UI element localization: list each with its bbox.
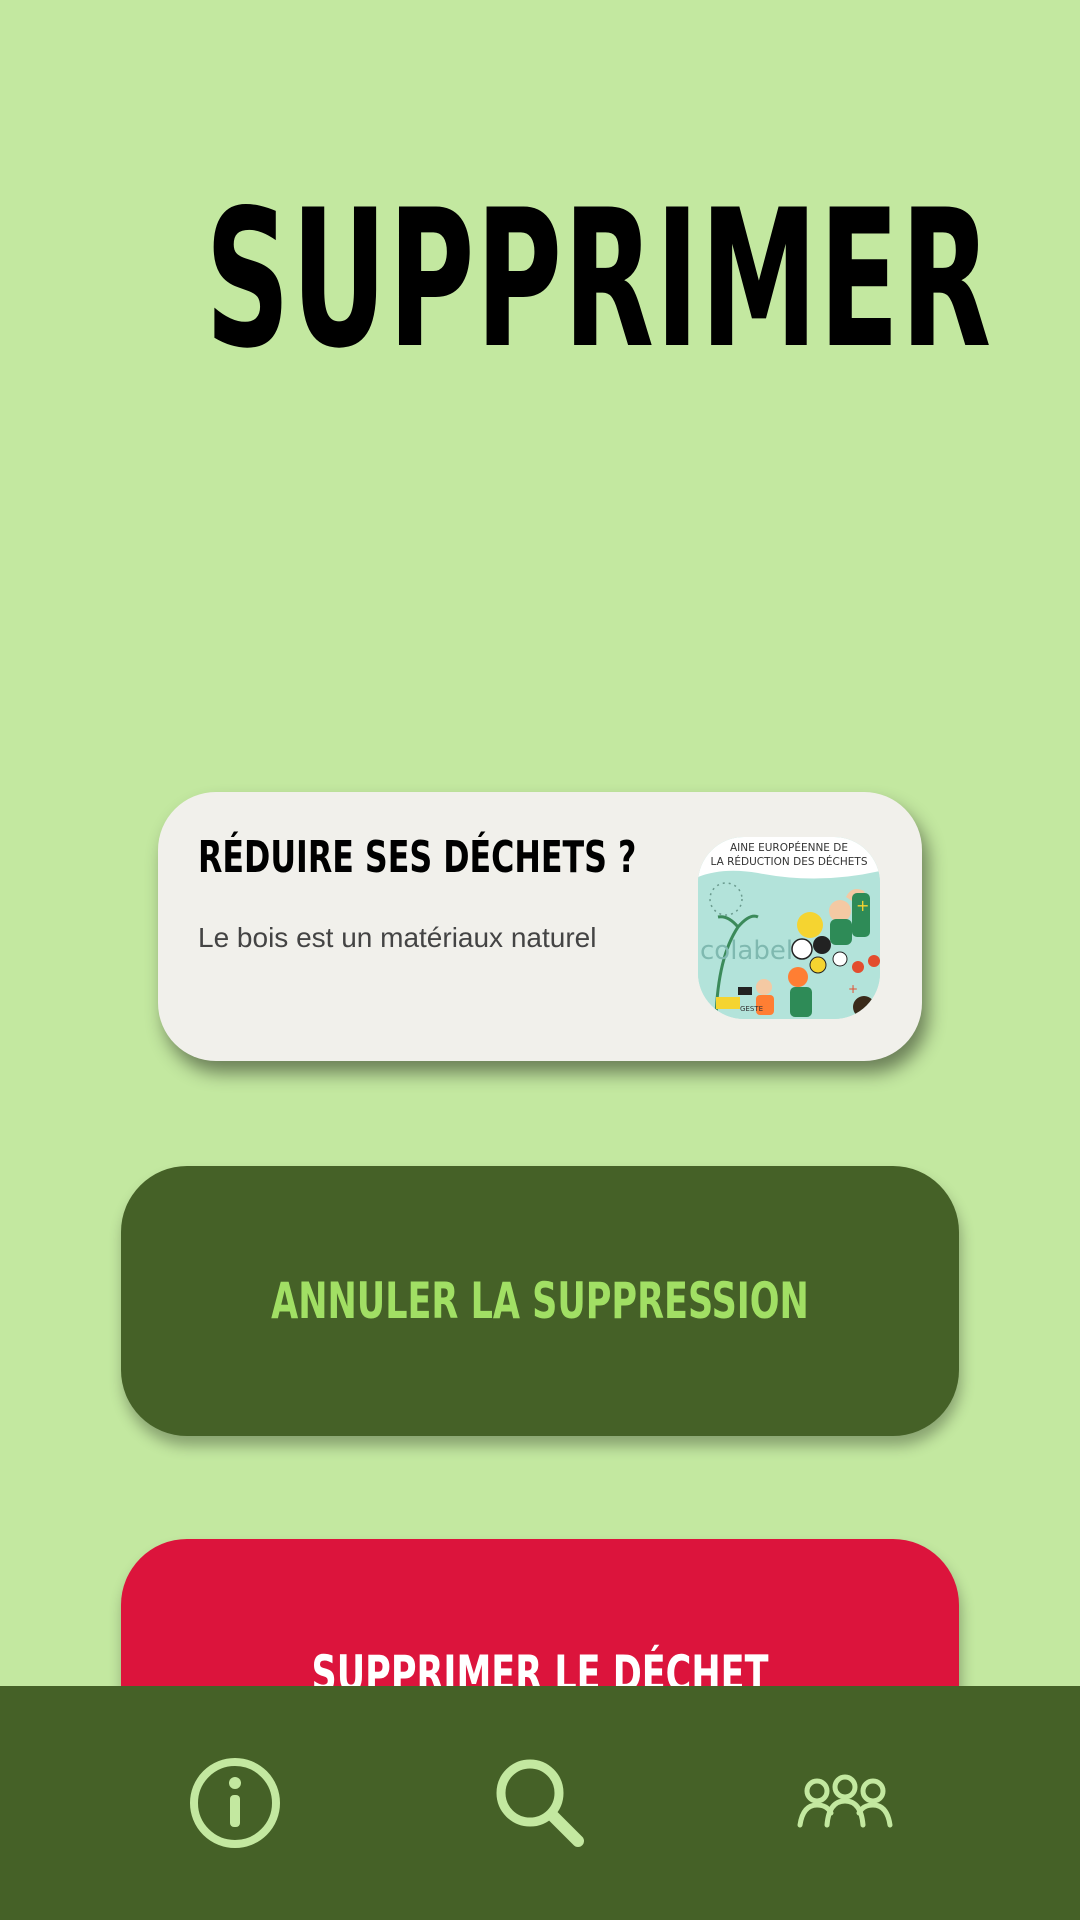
svg-text:GESTE: GESTE: [740, 1005, 763, 1013]
illustration-graphic: AINE EUROPÉENNE DE LA RÉDUCTION DES DÉCH…: [698, 837, 880, 1019]
svg-text:+: +: [848, 982, 858, 996]
waste-reduction-illustration: AINE EUROPÉENNE DE LA RÉDUCTION DES DÉCH…: [698, 837, 880, 1019]
tip-card-title: RÉDUIRE SES DÉCHETS ?: [198, 832, 637, 883]
illustration-caption-line-1: AINE EUROPÉENNE DE: [730, 841, 848, 854]
tip-card[interactable]: RÉDUIRE SES DÉCHETS ? Le bois est un mat…: [158, 792, 922, 1061]
page-title: SUPPRIMER: [205, 169, 993, 390]
search-icon: [496, 1759, 584, 1847]
svg-text:colabel: colabel: [700, 936, 793, 966]
group-icon: [797, 1774, 893, 1828]
cancel-delete-button[interactable]: ANNULER LA SUPPRESSION: [121, 1166, 959, 1436]
bottom-navigation: [0, 1686, 1080, 1920]
info-icon: [190, 1758, 280, 1848]
tip-card-text: Le bois est un matériaux naturel: [198, 922, 597, 953]
nav-community-button[interactable]: [665, 1686, 1025, 1920]
delete-waste-screen: SUPPRIMER RÉDUIRE SES DÉCHETS ? Le bois …: [0, 0, 1080, 1920]
cancel-delete-label: ANNULER LA SUPPRESSION: [271, 1272, 809, 1330]
svg-text:+: +: [856, 896, 869, 915]
illustration-caption-line-2: LA RÉDUCTION DES DÉCHETS: [711, 855, 868, 868]
